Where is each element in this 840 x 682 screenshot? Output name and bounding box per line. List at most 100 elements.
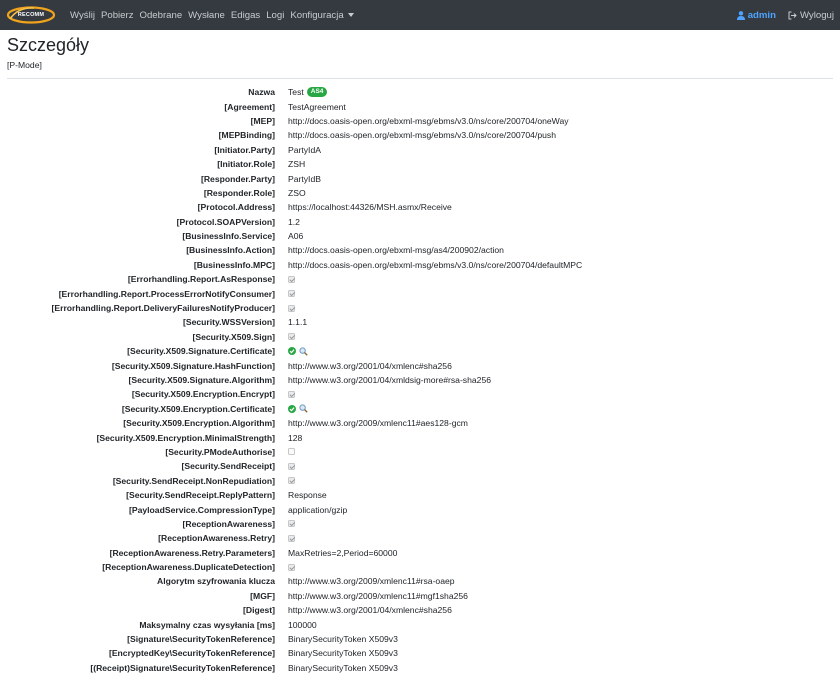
detail-row: [Security.SendReceipt.NonRepudiation] <box>0 474 840 488</box>
page-subtitle: [P-Mode] <box>7 60 42 70</box>
detail-row: [Responder.Role] ZSO <box>0 186 840 200</box>
detail-label: [Security.X509.Encryption.Algorithm] <box>123 418 275 429</box>
detail-value-text: MaxRetries=2,Period=60000 <box>288 547 398 558</box>
detail-label: [ReceptionAwareness.Retry] <box>158 533 275 544</box>
detail-value-text: Test <box>288 87 304 98</box>
detail-value: http://www.w3.org/2009/xmlenc11#mgf1sha2… <box>288 591 468 601</box>
detail-label: [EncryptedKey\SecurityTokenReference] <box>108 648 275 659</box>
detail-value: https://localhost:44326/MSH.asmx/Receive <box>288 202 452 212</box>
detail-value <box>288 520 295 528</box>
readonly-checkbox <box>288 390 295 398</box>
detail-row: [BusinessInfo.Service] A06 <box>0 229 840 243</box>
detail-value <box>288 304 295 312</box>
detail-value: application/gzip <box>288 505 347 515</box>
detail-value-text: http://www.w3.org/2001/04/xmldsig-more#r… <box>288 375 492 385</box>
detail-value: Response <box>288 490 327 500</box>
detail-label: [Security.X509.Encryption.MinimalStrengt… <box>96 432 275 443</box>
detail-value-text: Response <box>288 490 327 501</box>
detail-row: [Security.X509.Encryption.MinimalStrengt… <box>0 430 840 444</box>
detail-value: A06 <box>288 231 303 241</box>
detail-value: BinarySecurityToken X509v3 <box>288 634 398 644</box>
detail-row: [Errorhandling.Report.DeliveryFailuresNo… <box>0 301 840 315</box>
nav-item-logs[interactable]: Logi <box>266 10 284 21</box>
detail-value: BinarySecurityToken X509v3 <box>288 648 398 658</box>
detail-row: [EncryptedKey\SecurityTokenReference] Bin… <box>0 646 840 660</box>
detail-row: [Security.X509.Encryption.Certificate] <box>0 402 840 416</box>
detail-label: [Security.PModeAuthorise] <box>165 446 275 457</box>
detail-label: [Security.SendReceipt.NonRepudiation] <box>112 475 275 486</box>
nav-item-download[interactable]: Pobierz <box>101 10 134 21</box>
detail-value <box>288 448 295 456</box>
detail-value: PartyIdB <box>288 174 321 184</box>
detail-label: [Responder.Party] <box>200 173 275 184</box>
protocol-badge: AS4 <box>306 87 328 98</box>
detail-row: Nazwa Test AS4 <box>0 85 840 99</box>
detail-value: 1.1.1 <box>288 317 307 327</box>
readonly-checkbox <box>288 275 295 283</box>
detail-value <box>288 404 311 413</box>
detail-label: [ReceptionAwareness.Retry.Parameters] <box>109 547 275 558</box>
detail-row: [Security.X509.Signature.HashFunction] ht… <box>0 358 840 372</box>
detail-label: [Protocol.SOAPVersion] <box>176 216 275 227</box>
nav-item-send[interactable]: Wyślij <box>70 10 95 21</box>
user-icon <box>736 10 745 20</box>
user-name: admin <box>747 9 776 21</box>
user-link[interactable]: admin <box>736 9 776 21</box>
detail-label: [BusinessInfo.MPC] <box>193 259 275 270</box>
detail-value <box>288 462 295 470</box>
detail-value: http://www.w3.org/2001/04/xmlenc#sha256 <box>288 605 452 615</box>
detail-label: [Security.X509.Signature.Certificate] <box>127 346 275 357</box>
detail-value-text: PartyIdB <box>288 173 321 184</box>
page-title: Szczegóły <box>7 35 90 55</box>
detail-value <box>288 563 295 571</box>
detail-value: http://www.w3.org/2009/xmlenc11#rsa-oaep <box>288 576 455 586</box>
detail-value: Test AS4 <box>288 87 328 98</box>
app-logo[interactable]: RECOMM <box>6 5 56 25</box>
detail-label: [Security.WSSVersion] <box>182 317 275 328</box>
search-icon[interactable] <box>299 404 308 413</box>
logout-link[interactable]: Wyloguj <box>788 10 834 21</box>
search-icon[interactable] <box>299 347 308 356</box>
nav-item-sent[interactable]: Wysłane <box>188 10 225 21</box>
header-divider <box>7 78 833 79</box>
detail-value: BinarySecurityToken X509v3 <box>288 663 398 673</box>
detail-row: [ReceptionAwareness] <box>0 517 840 531</box>
detail-label: [MEPBinding] <box>218 130 275 141</box>
detail-label: [Errorhandling.Report.DeliveryFailuresNo… <box>51 303 275 314</box>
detail-row: [Agreement] TestAgreement <box>0 99 840 113</box>
detail-value: http://docs.oasis-open.org/ebxml-msg/as4… <box>288 245 504 255</box>
detail-label: [Errorhandling.Report.ProcessErrorNotify… <box>58 288 275 299</box>
detail-row: Maksymalny czas wysyłania [ms] 100000 <box>0 617 840 631</box>
readonly-checkbox <box>288 290 295 298</box>
nav-item-received[interactable]: Odebrane <box>140 10 183 21</box>
detail-row: [MEP] http://docs.oasis-open.org/ebxml-ms… <box>0 114 840 128</box>
detail-row: [(Receipt)Signature\SecurityTokenReferen… <box>0 661 840 675</box>
detail-value: ZSO <box>288 188 306 198</box>
readonly-checkbox <box>288 448 295 456</box>
details-list: Nazwa Test AS4 [Agreement] TestAgreement [MEP… <box>0 85 840 675</box>
detail-label: [Security.X509.Signature.Algorithm] <box>128 375 275 385</box>
detail-value-text: BinarySecurityToken X509v3 <box>288 634 398 645</box>
detail-value <box>288 390 295 398</box>
detail-value-text: http://www.w3.org/2001/04/xmlenc#sha256 <box>288 360 452 371</box>
readonly-checkbox <box>288 534 295 542</box>
detail-row: [Security.X509.Signature.Algorithm] http:… <box>0 373 840 387</box>
readonly-checkbox <box>288 333 295 341</box>
detail-row: [ReceptionAwareness.Retry.Parameters] Max… <box>0 546 840 560</box>
certificate-status <box>288 404 311 413</box>
detail-label: [Security.SendReceipt] <box>181 461 275 472</box>
detail-value-text: BinarySecurityToken X509v3 <box>288 648 398 659</box>
detail-value-text: http://docs.oasis-open.org/ebxml-msg/ebm… <box>288 259 583 270</box>
detail-label: [Security.SendReceipt.ReplyPattern] <box>126 490 275 501</box>
detail-value-text: 1.2 <box>288 216 300 227</box>
nav-item-edigas[interactable]: Edigas <box>231 10 260 21</box>
detail-value-text: 128 <box>288 432 303 443</box>
detail-label: [MEP] <box>250 115 275 126</box>
detail-row: [Errorhandling.Report.AsResponse] <box>0 272 840 286</box>
detail-row: [Initiator.Role] ZSH <box>0 157 840 171</box>
nav-item-configuration[interactable]: Konfiguracja <box>290 10 354 21</box>
detail-value: 1.2 <box>288 217 300 227</box>
detail-label: [Initiator.Party] <box>214 144 275 155</box>
detail-value-text: ZSH <box>288 159 306 170</box>
detail-label: [ReceptionAwareness.DuplicateDetection] <box>102 562 275 573</box>
